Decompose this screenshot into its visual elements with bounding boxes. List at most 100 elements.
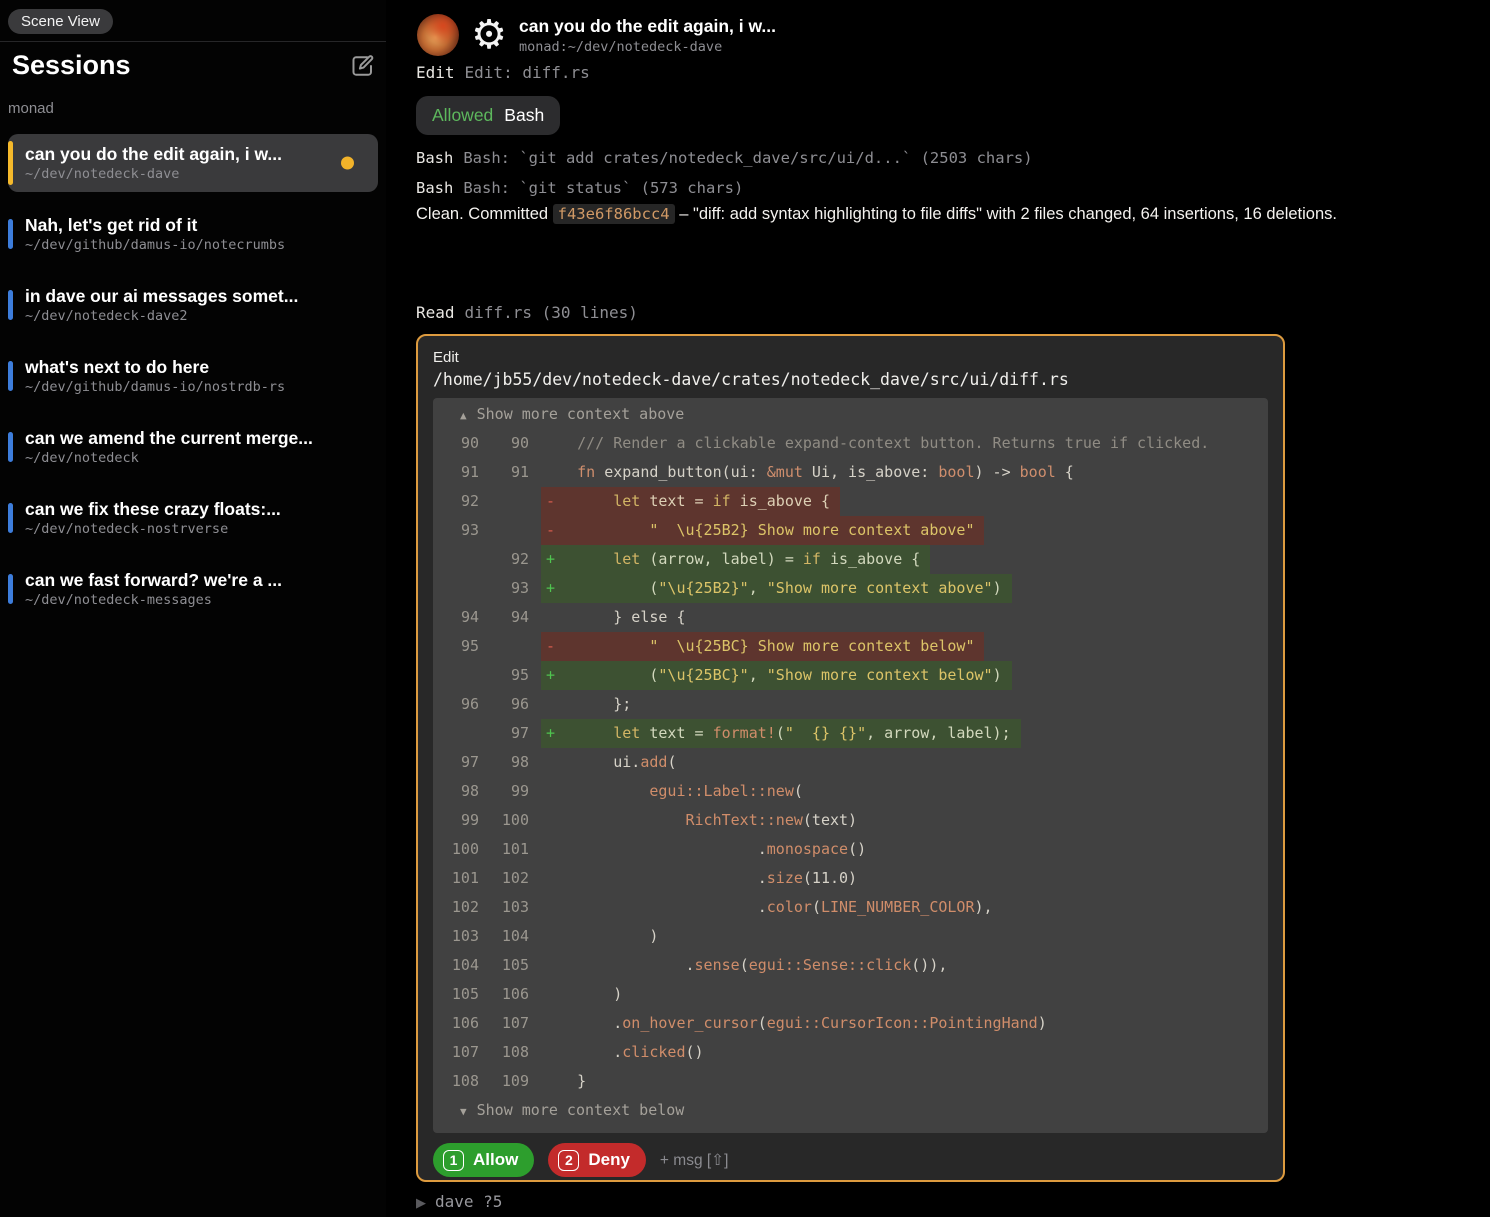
commit-suffix: – "diff: add syntax highlighting to file… [675,205,1337,223]
sessions-header: Sessions [12,50,376,81]
diff-line: 97+ let text = format!(" {} {}", arrow, … [433,719,1268,748]
bash-log-lines: BashBash: `git add crates/notedeck_dave/… [416,143,1033,203]
session-accent-bar [8,432,13,462]
diff-line: 9696 }; [433,690,1268,719]
session-item[interactable]: can we fast forward? we're a ...~/dev/no… [8,560,378,618]
sidebar-divider [0,41,386,42]
commit-message: Clean. Committed f43e6f86bcc4 – "diff: a… [416,205,1490,224]
diff-line: 107108 .clicked() [433,1038,1268,1067]
addition-marker: + [546,574,555,603]
session-item[interactable]: can we fix these crazy floats:...~/dev/n… [8,489,378,547]
edit-log-detail: Edit: diff.rs [465,63,590,82]
addition-marker: + [546,661,555,690]
panel-tool-label: Edit [433,349,1268,366]
session-group-label: monad [8,100,54,117]
gear-icon[interactable]: ⚙ [468,14,510,56]
session-item[interactable]: what's next to do here~/dev/github/damus… [8,347,378,405]
allowed-tool: Bash [504,105,544,126]
diff-line: 9899 egui::Label::new( [433,777,1268,806]
session-path: ~/dev/notedeck-nostrverse [25,521,281,537]
new-session-button[interactable] [348,52,376,80]
read-log-label: Read [416,303,455,322]
diff-line: 93- " \u{25B2} Show more context above" [433,516,1268,545]
chat-header: ⚙ can you do the edit again, i w... mona… [417,14,776,56]
diff-line: 9798 ui.add( [433,748,1268,777]
diff-line: 103104 ) [433,922,1268,951]
allowed-badge: Allowed Bash [416,96,560,135]
expand-context-below[interactable]: ▼Show more context below [433,1096,1268,1125]
session-path: ~/dev/notedeck-dave [25,166,282,182]
scene-view-pill[interactable]: Scene View [8,9,113,34]
deletion-marker: - [546,487,555,516]
addition-marker: + [546,545,555,574]
panel-file-path: /home/jb55/dev/notedeck-dave/crates/note… [433,370,1268,389]
commit-prefix: Clean. Committed [416,205,553,223]
diff-line: 92+ let (arrow, label) = if is_above { [433,545,1268,574]
deny-button[interactable]: 2 Deny [548,1143,646,1177]
diff-line: 108109 } [433,1067,1268,1096]
commit-hash: f43e6f86bcc4 [553,204,675,224]
session-item[interactable]: Nah, let's get rid of it~/dev/github/dam… [8,205,378,263]
diff-line: 9191 fn expand_button(ui: &mut Ui, is_ab… [433,458,1268,487]
bash-log-line: BashBash: `git add crates/notedeck_dave/… [416,143,1033,173]
addition-marker: + [546,719,555,748]
session-item[interactable]: can you do the edit again, i w...~/dev/n… [8,134,378,192]
session-title: Nah, let's get rid of it [25,215,285,236]
agent-status-line[interactable]: ▶ dave ?5 [416,1192,502,1212]
diff-line: 92- let text = if is_above { [433,487,1268,516]
diff-line: 104105 .sense(egui::Sense::click()), [433,951,1268,980]
diff-line: 99100 RichText::new(text) [433,806,1268,835]
session-item[interactable]: can we amend the current merge...~/dev/n… [8,418,378,476]
diff-approval-panel: Edit /home/jb55/dev/notedeck-dave/crates… [416,334,1285,1182]
read-log-line: Read diff.rs (30 lines) [416,303,638,322]
session-path: ~/dev/notedeck-messages [25,592,282,608]
session-title: can we amend the current merge... [25,428,313,449]
diff-line: 105106 ) [433,980,1268,1009]
compose-icon [348,67,376,84]
session-path: ~/dev/github/damus-io/notecrumbs [25,237,285,253]
deny-shortcut-key: 2 [558,1150,579,1171]
session-accent-bar [8,290,13,320]
expand-context-above[interactable]: ▲Show more context above [433,400,1268,429]
diff-line: 102103 .color(LINE_NUMBER_COLOR), [433,893,1268,922]
edit-log-line: Edit Edit: diff.rs [416,63,590,82]
sessions-title: Sessions [12,50,131,81]
session-list: can you do the edit again, i w...~/dev/n… [8,134,378,631]
deletion-marker: - [546,516,555,545]
diff-line: 95- " \u{25BC} Show more context below" [433,632,1268,661]
session-accent-bar [8,141,13,185]
read-log-detail: diff.rs (30 lines) [465,303,638,322]
triangle-down-icon: ▼ [460,1105,467,1118]
approval-actions: 1 Allow 2 Deny + msg [⇧] [433,1143,1268,1177]
diff-line: 100101 .monospace() [433,835,1268,864]
edit-log-label: Edit [416,63,455,82]
diff-line: 9494 } else { [433,603,1268,632]
allowed-status: Allowed [432,105,493,126]
diff-line: 106107 .on_hover_cursor(egui::CursorIcon… [433,1009,1268,1038]
diff-line: 93+ ("\u{25B2}", "Show more context abov… [433,574,1268,603]
chat-subtitle: monad:~/dev/notedeck-dave [519,39,776,55]
chat-title: can you do the edit again, i w... [519,16,776,37]
session-title: what's next to do here [25,357,285,378]
deny-label: Deny [588,1150,630,1170]
bash-log-line: BashBash: `git status` (573 chars) [416,173,1033,203]
session-path: ~/dev/notedeck [25,450,313,466]
allow-shortcut-key: 1 [443,1150,464,1171]
session-title: can we fast forward? we're a ... [25,570,282,591]
session-title: can we fix these crazy floats:... [25,499,281,520]
allow-button[interactable]: 1 Allow [433,1143,534,1177]
session-accent-bar [8,574,13,604]
session-path: ~/dev/notedeck-dave2 [25,308,298,324]
agent-status-text: dave ?5 [435,1192,502,1211]
session-accent-bar [8,503,13,533]
diff-line: 101102 .size(11.0) [433,864,1268,893]
diff-rows: 9090 /// Render a clickable expand-conte… [433,429,1268,1096]
add-message-hint[interactable]: + msg [⇧] [660,1151,729,1170]
session-item[interactable]: in dave our ai messages somet...~/dev/no… [8,276,378,334]
triangle-up-icon: ▲ [460,409,467,422]
allow-label: Allow [473,1150,518,1170]
triangle-right-icon: ▶ [416,1195,426,1210]
diff-code-area: ▲Show more context above 9090 /// Render… [433,398,1268,1133]
session-title: can you do the edit again, i w... [25,144,282,165]
avatar [417,14,459,56]
